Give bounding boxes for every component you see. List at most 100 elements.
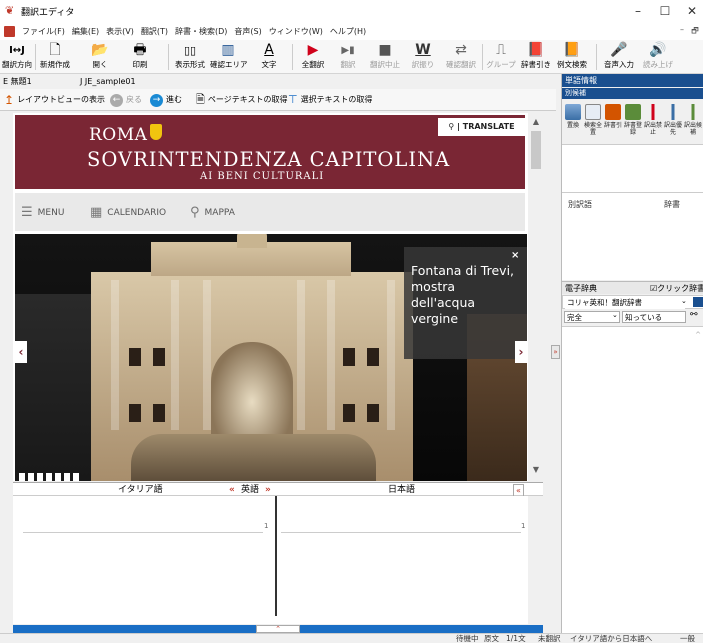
- close-button[interactable]: ✕: [674, 0, 703, 22]
- translate-button[interactable]: ⚲ | TRANSLATE: [438, 118, 525, 136]
- open-button[interactable]: 📂 開く: [86, 42, 114, 70]
- side-collapse-button[interactable]: »: [551, 345, 560, 359]
- dictionary-settings-icon[interactable]: [693, 297, 703, 307]
- splitter-grip-icon[interactable]: ⌃: [256, 625, 300, 633]
- scroll-up-icon[interactable]: ^: [695, 331, 701, 339]
- dictionary-lookup-label: 辞書引き: [521, 60, 551, 69]
- replace-button[interactable]: 置換: [564, 104, 582, 129]
- menu-translate[interactable]: 翻訳(T): [141, 26, 168, 37]
- scroll-thumb[interactable]: [531, 131, 541, 169]
- layout-view-label: レイアウトビューの表示: [17, 95, 106, 104]
- pivot-language-label: 英語: [241, 485, 260, 495]
- translate-all-button[interactable]: ▶ 全翻訳: [298, 42, 328, 70]
- arrow-left-icon[interactable]: «: [229, 484, 235, 496]
- target-language-label: 日本語: [388, 485, 416, 495]
- hero-slider[interactable]: Fontana di Trevi, mostra dell'acqua verg…: [15, 234, 527, 481]
- menu-file[interactable]: ファイル(F): [22, 26, 65, 37]
- binoculars-icon[interactable]: ⚯: [690, 310, 698, 320]
- display-format-button[interactable]: ▯▯ 表示形式: [172, 42, 208, 70]
- target-line: [281, 532, 521, 533]
- get-selected-text-button[interactable]: ⊤ 選択テキストの取得: [288, 93, 372, 107]
- translate-button[interactable]: ▶▮ 翻訳: [334, 42, 362, 70]
- back-button[interactable]: ← 戻る: [110, 93, 142, 107]
- candidate-button[interactable]: 訳出候補: [684, 104, 702, 136]
- source-line: [23, 532, 263, 533]
- group-button[interactable]: ⎍ グループ: [486, 42, 516, 70]
- alt-translation-list[interactable]: 別訳語 辞書: [562, 192, 703, 280]
- priority-button[interactable]: 訳出優先: [664, 104, 682, 136]
- toolbar-separator: [168, 44, 169, 70]
- pane-divider[interactable]: [275, 496, 277, 616]
- tab-target[interactable]: J JE_sample01: [80, 75, 136, 89]
- word-alignment-label: 訳振り: [411, 60, 435, 69]
- pane-scrollbar[interactable]: [528, 496, 544, 624]
- dictionary-lookup-button[interactable]: 📕 辞書引き: [520, 42, 552, 70]
- window: [129, 404, 141, 422]
- stop-translation-button[interactable]: ■ 翻訳中止: [368, 42, 402, 70]
- dictionary-results[interactable]: ^: [562, 326, 703, 633]
- slider-prev-button[interactable]: ‹: [15, 341, 27, 363]
- prohibit-button[interactable]: 訳出禁止: [644, 104, 662, 136]
- arrow-right-icon[interactable]: »: [265, 484, 271, 496]
- menu-edit[interactable]: 編集(E): [72, 26, 99, 37]
- scroll-down-icon[interactable]: ▼: [528, 463, 544, 477]
- word-info-area[interactable]: [562, 144, 703, 192]
- check-area-button[interactable]: ▥ 確認エリア: [210, 42, 248, 70]
- chevron-down-icon[interactable]: ⌄: [681, 297, 687, 305]
- get-page-text-button[interactable]: 🗎 ページテキストの取得: [196, 93, 287, 107]
- chevron-down-icon[interactable]: ⌄: [612, 311, 618, 319]
- status-field: 一般: [680, 634, 695, 643]
- caption-close-icon[interactable]: ×: [511, 250, 519, 261]
- search-word-input[interactable]: 知っている: [622, 311, 686, 323]
- example-search-button[interactable]: 📙 例文検索: [556, 42, 588, 70]
- web-scrollbar[interactable]: ▲ ▼: [528, 113, 544, 481]
- menu-help[interactable]: ヘルプ(H): [330, 26, 366, 37]
- window: [343, 348, 355, 366]
- scroll-up-icon[interactable]: ▲: [528, 115, 544, 129]
- slide-dot[interactable]: [55, 473, 61, 481]
- read-aloud-button[interactable]: 🔊 読み上げ: [640, 42, 676, 70]
- tab-source[interactable]: E 無題1: [3, 75, 32, 89]
- voice-input-button[interactable]: 🎤 音声入力: [602, 42, 636, 70]
- menu-view[interactable]: 表示(V): [106, 26, 134, 37]
- mdi-restore-button[interactable]: 🗗: [689, 25, 701, 39]
- toolbar-separator: [596, 44, 597, 70]
- alt-translation-column-header[interactable]: 別訳語: [568, 199, 592, 210]
- check-translation-button[interactable]: ⇄ 確認翻訳: [442, 42, 480, 70]
- direction-icon: I↔J: [9, 45, 25, 56]
- dict-lookup-button[interactable]: 辞書引: [604, 104, 622, 129]
- up-arrow-icon: ↥: [4, 93, 15, 107]
- menu-voice[interactable]: 音声(S): [234, 26, 261, 37]
- window: [343, 404, 355, 422]
- click-lookup-checkbox[interactable]: ☑クリック辞書引: [650, 282, 703, 295]
- translation-direction-button[interactable]: I↔J 翻訳方向: [2, 42, 32, 70]
- web-view[interactable]: ROMA SOVRINTENDENZA CAPITOLINA AI BENI C…: [13, 113, 528, 481]
- menu-window[interactable]: ウィンドウ(W): [269, 26, 323, 37]
- priority-icon: [665, 104, 681, 120]
- mdi-minimize-button[interactable]: –: [676, 25, 688, 34]
- mappa-link[interactable]: ⚲ MAPPA: [190, 205, 235, 220]
- slide-dot[interactable]: [19, 473, 25, 481]
- translation-pane[interactable]: 1 1: [13, 496, 543, 624]
- slider-next-button[interactable]: ›: [515, 341, 527, 363]
- bottom-splitter[interactable]: ⌃: [13, 625, 543, 633]
- dictionary-select-row: コリャ英和！翻訳辞書 ⌄: [562, 295, 703, 309]
- slide-dot[interactable]: [73, 473, 79, 481]
- slide-dot[interactable]: [46, 473, 52, 481]
- menu-link[interactable]: ☰ MENU: [21, 205, 64, 220]
- layout-view-button[interactable]: ↥ レイアウトビューの表示: [4, 93, 105, 107]
- slide-dot[interactable]: [64, 473, 70, 481]
- slide-dot[interactable]: [37, 473, 43, 481]
- dictionary-column-header[interactable]: 辞書: [664, 199, 680, 210]
- menu-dictionary[interactable]: 辞書・検索(D): [175, 26, 227, 37]
- dictionary-select[interactable]: コリャ英和！翻訳辞書: [565, 297, 685, 309]
- word-alignment-button[interactable]: W 訳振り: [408, 42, 438, 70]
- calendario-link[interactable]: ▦ CALENDARIO: [90, 205, 166, 220]
- dict-register-button[interactable]: 辞書登録: [624, 104, 642, 136]
- print-button[interactable]: 🖶 印刷: [126, 42, 154, 70]
- search-replace-button[interactable]: 検索全置: [584, 104, 602, 136]
- new-button[interactable]: 🗋 新規作成: [38, 42, 72, 70]
- font-button[interactable]: A 文字: [256, 42, 282, 70]
- slide-dot[interactable]: [28, 473, 34, 481]
- forward-button[interactable]: → 進む: [150, 93, 182, 107]
